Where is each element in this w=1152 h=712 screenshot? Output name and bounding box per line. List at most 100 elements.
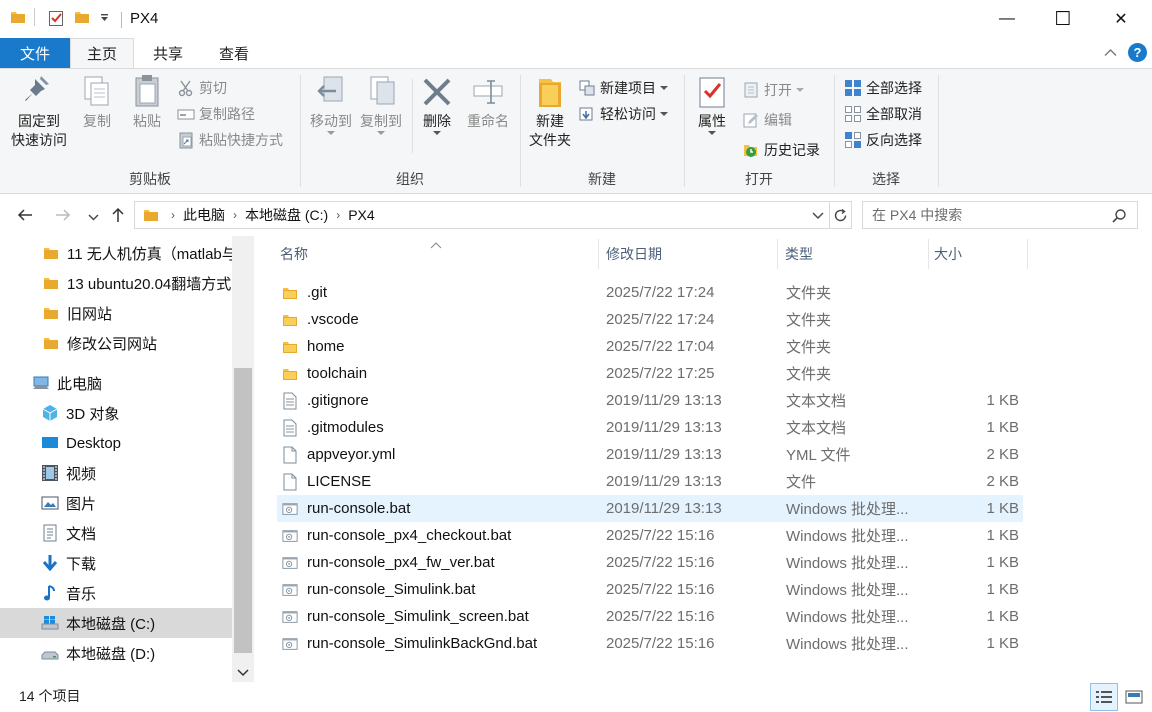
column-separator[interactable] (777, 239, 778, 269)
column-separator[interactable] (598, 239, 599, 269)
large-icons-view-button[interactable] (1120, 683, 1148, 711)
move-to-button[interactable]: 移动到 (304, 73, 358, 136)
edit-button[interactable]: 编辑 (742, 109, 792, 131)
nav-item-folder-11[interactable]: 11 无人机仿真（matlab与 (0, 238, 232, 268)
back-button[interactable] (16, 206, 34, 229)
breadcrumb-px4[interactable]: PX4 (348, 207, 374, 223)
file-row[interactable]: run-console_Simulink_screen.bat 2025/7/22… (277, 603, 1023, 630)
search-icon[interactable] (1111, 208, 1127, 224)
new-item-button[interactable]: 新建项目 (578, 77, 672, 99)
scroll-down-button[interactable] (236, 665, 250, 681)
file-name-cell: LICENSE (282, 468, 371, 495)
rename-button[interactable]: 重命名 (462, 73, 514, 131)
nav-item-old-site[interactable]: 旧网站 (0, 298, 232, 328)
nav-item-drive-c[interactable]: 本地磁盘 (C:) (0, 608, 232, 638)
minimize-button[interactable]: — (978, 0, 1036, 38)
file-row[interactable]: .vscode 2025/7/22 17:24 文件夹 (277, 306, 1023, 333)
nav-item-this-pc[interactable]: 此电脑 (0, 368, 232, 398)
file-row[interactable]: run-console_px4_checkout.bat 2025/7/22 15… (277, 522, 1023, 549)
open-button[interactable]: 打开 (742, 79, 808, 101)
nav-item-edit-company-site[interactable]: 修改公司网站 (0, 328, 232, 358)
forward-button[interactable] (54, 206, 72, 229)
new-folder-quick-icon[interactable] (74, 9, 90, 25)
search-input[interactable] (872, 207, 1102, 223)
pin-quick-access-button[interactable]: 固定到 快速访问 (8, 73, 70, 150)
copy-to-dropdown-icon (377, 131, 385, 135)
file-date: 2025/7/22 15:16 (606, 581, 715, 598)
file-row[interactable]: run-console_Simulink.bat 2025/7/22 15:16 W… (277, 576, 1023, 603)
copy-path-label: 复制路径 (199, 106, 255, 122)
up-button[interactable] (109, 206, 127, 229)
nav-item-folder-13[interactable]: 13 ubuntu20.04翻墙方式 (0, 268, 232, 298)
breadcrumb-drive-c[interactable]: 本地磁盘 (C:) (245, 205, 328, 225)
customize-quick-access-icon[interactable] (100, 13, 110, 23)
address-bar[interactable]: › 此电脑 › 本地磁盘 (C:) › PX4 (134, 201, 830, 229)
copy-to-button[interactable]: 复制到 (354, 73, 408, 136)
refresh-button[interactable] (830, 201, 852, 229)
delete-button[interactable]: 删除 (416, 73, 458, 136)
easy-access-button[interactable]: 轻松访问 (578, 103, 672, 125)
batch-file-icon (282, 608, 298, 626)
column-header-name[interactable]: 名称 (275, 239, 598, 269)
close-button[interactable]: ✕ (1092, 0, 1150, 38)
recent-locations-button[interactable] (88, 209, 99, 227)
tab-file[interactable]: 文件 (0, 38, 70, 68)
invert-selection-button[interactable]: 反向选择 (844, 129, 922, 151)
search-box[interactable] (862, 201, 1138, 229)
maximize-button[interactable]: ☐ (1034, 0, 1092, 38)
nav-item-drive-d[interactable]: 本地磁盘 (D:) (0, 638, 232, 668)
cut-button[interactable]: 剪切 (177, 77, 227, 99)
file-row[interactable]: .git 2025/7/22 17:24 文件夹 (277, 279, 1023, 306)
column-separator[interactable] (1027, 239, 1028, 269)
file-row[interactable]: run-console.bat 2019/11/29 13:13 Windows 批… (277, 495, 1023, 522)
address-history-button[interactable] (807, 202, 829, 228)
column-header-size[interactable]: 大小 (929, 239, 1027, 269)
move-to-dropdown-icon (327, 131, 335, 135)
file-row[interactable]: appveyor.yml 2019/11/29 13:13 YML 文件 2 KB (277, 441, 1023, 468)
column-header-type[interactable]: 类型 (780, 239, 928, 269)
properties-button[interactable]: 属性 (690, 73, 734, 136)
paste-shortcut-button[interactable]: 粘贴快捷方式 (177, 129, 283, 151)
nav-item-documents[interactable]: 文档 (0, 518, 232, 548)
tab-view[interactable]: 查看 (202, 38, 266, 68)
nav-item-music[interactable]: 音乐 (0, 578, 232, 608)
select-none-button[interactable]: 全部取消 (844, 103, 922, 125)
file-row[interactable]: run-console_SimulinkBackGnd.bat 2025/7/22… (277, 630, 1023, 657)
select-all-button[interactable]: 全部选择 (844, 77, 922, 99)
paste-button[interactable]: 粘贴 (124, 73, 170, 131)
file-row[interactable]: .gitmodules 2019/11/29 13:13 文本文档 1 KB (277, 414, 1023, 441)
nav-pane-scroll-thumb[interactable] (234, 368, 252, 653)
help-button[interactable]: ? (1128, 43, 1147, 62)
file-row[interactable]: home 2025/7/22 17:04 文件夹 (277, 333, 1023, 360)
file-type: 文件夹 (786, 312, 832, 329)
column-header-date[interactable]: 修改日期 (601, 239, 777, 269)
copy-path-button[interactable]: 复制路径 (177, 103, 255, 125)
file-date: 2019/11/29 13:13 (606, 500, 722, 517)
nav-item-downloads[interactable]: 下载 (0, 548, 232, 578)
window-title: PX4 (130, 10, 159, 27)
file-name-cell: run-console_Simulink_screen.bat (282, 603, 529, 630)
properties-quick-icon[interactable] (48, 9, 65, 27)
history-button[interactable]: 历史记录 (742, 139, 820, 161)
file-row[interactable]: run-console_px4_fw_ver.bat 2025/7/22 15:1… (277, 549, 1023, 576)
video-icon (41, 464, 59, 482)
nav-item-label: 本地磁盘 (D:) (66, 645, 156, 663)
new-folder-label-2: 文件夹 (529, 132, 571, 148)
copy-button[interactable]: 复制 (74, 73, 120, 131)
file-row[interactable]: toolchain 2025/7/22 17:25 文件夹 (277, 360, 1023, 387)
file-row[interactable]: LICENSE 2019/11/29 13:13 文件 2 KB (277, 468, 1023, 495)
details-view-button[interactable] (1090, 683, 1118, 711)
tab-share[interactable]: 共享 (136, 38, 200, 68)
nav-item-label: Desktop (66, 434, 122, 452)
nav-item-desktop[interactable]: Desktop (0, 428, 232, 458)
file-row[interactable]: .gitignore 2019/11/29 13:13 文本文档 1 KB (277, 387, 1023, 414)
folder-icon (282, 284, 298, 302)
nav-item-videos[interactable]: 视频 (0, 458, 232, 488)
tab-home[interactable]: 主页 (70, 38, 134, 68)
nav-item-pictures[interactable]: 图片 (0, 488, 232, 518)
collapse-ribbon-button[interactable] (1104, 44, 1117, 60)
breadcrumb-this-pc[interactable]: 此电脑 (183, 205, 225, 225)
column-header-type-label: 类型 (785, 246, 813, 262)
new-folder-button[interactable]: 新建 文件夹 (524, 73, 576, 150)
nav-item-3d-objects[interactable]: 3D 对象 (0, 398, 232, 428)
